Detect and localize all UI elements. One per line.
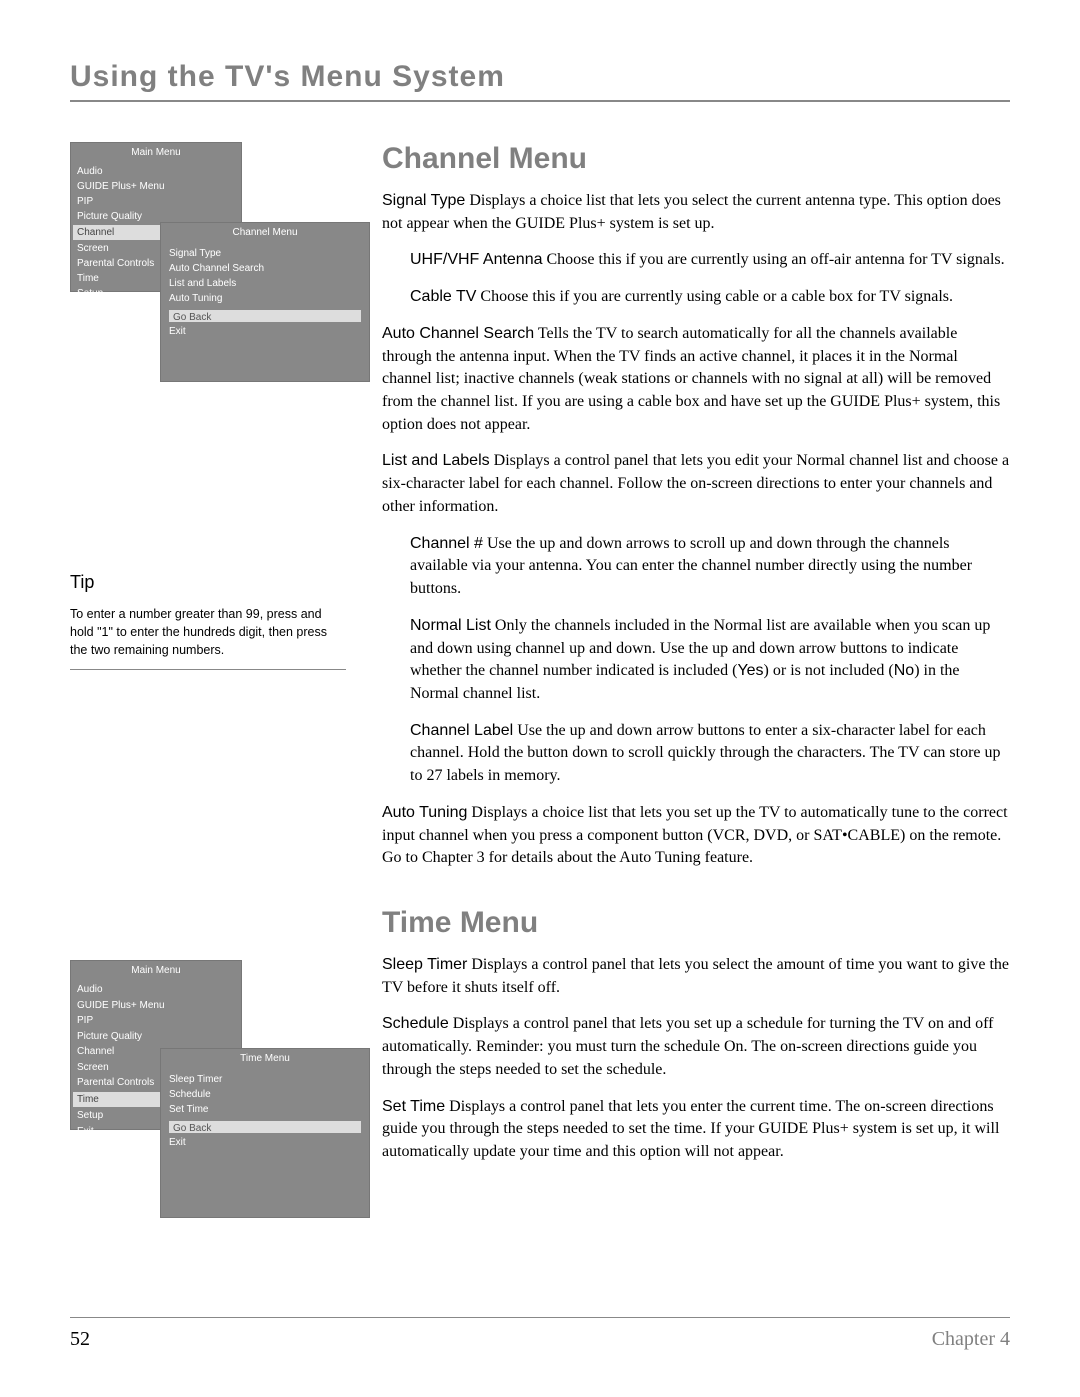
- tip-block: Tip To enter a number greater than 99, p…: [70, 572, 346, 670]
- page-footer: 52 Chapter 4: [70, 1317, 1010, 1351]
- sleep-timer-lead: Sleep Timer: [382, 956, 467, 973]
- menu-item: PIP: [77, 1013, 235, 1029]
- submenu-item: List and Labels: [169, 276, 361, 291]
- channel-number-lead: Channel #: [410, 535, 483, 552]
- left-column: Main Menu Audio GUIDE Plus+ Menu PIP Pic…: [70, 142, 346, 1240]
- menu-item: GUIDE Plus+ Menu: [77, 998, 235, 1014]
- submenu-item: Auto Channel Search: [169, 261, 361, 276]
- menu-item: GUIDE Plus+ Menu: [77, 179, 235, 194]
- page-number: 52: [70, 1328, 90, 1351]
- channel-number-para: Channel # Use the up and down arrows to …: [410, 533, 1010, 601]
- submenu-item: Signal Type: [169, 246, 361, 261]
- uhf-vhf-para: UHF/VHF Antenna Choose this if you are c…: [410, 249, 1010, 272]
- content-columns: Main Menu Audio GUIDE Plus+ Menu PIP Pic…: [70, 142, 1010, 1240]
- go-back-item: Go Back: [169, 310, 361, 322]
- submenu-item: Set Time: [169, 1102, 361, 1117]
- main-menu-header: Main Menu: [71, 143, 241, 162]
- normal-list-lead: Normal List: [410, 617, 491, 634]
- tip-heading: Tip: [70, 572, 346, 593]
- channel-label-lead: Channel Label: [410, 722, 513, 739]
- submenu-item: Auto Tuning: [169, 291, 361, 306]
- set-time-para: Set Time Displays a control panel that l…: [382, 1096, 1010, 1164]
- exit-item: Exit: [169, 1135, 361, 1150]
- schedule-para: Schedule Displays a control panel that l…: [382, 1013, 1010, 1081]
- schedule-lead: Schedule: [382, 1015, 449, 1032]
- no-text: No: [894, 662, 914, 679]
- auto-tuning-para: Auto Tuning Displays a choice list that …: [382, 802, 1010, 870]
- time-menu-screenshot: Main Menu Audio GUIDE Plus+ Menu PIP Pic…: [70, 960, 320, 1216]
- submenu-header: Time Menu: [161, 1049, 369, 1068]
- submenu-item: Schedule: [169, 1087, 361, 1102]
- go-back-item: Go Back: [169, 1121, 361, 1133]
- menu-item: Audio: [77, 982, 235, 998]
- list-and-labels-lead: List and Labels: [382, 452, 490, 469]
- submenu-item: Sleep Timer: [169, 1072, 361, 1087]
- signal-type-lead: Signal Type: [382, 192, 465, 209]
- chapter-label: Chapter 4: [932, 1328, 1010, 1351]
- cable-tv-lead: Cable TV: [410, 288, 476, 305]
- page-title: Using the TV's Menu System: [70, 60, 1010, 102]
- auto-channel-search-para: Auto Channel Search Tells the TV to sear…: [382, 323, 1010, 437]
- channel-menu-screenshot: Main Menu Audio GUIDE Plus+ Menu PIP Pic…: [70, 142, 320, 382]
- time-submenu-box: Time Menu Sleep Timer Schedule Set Time …: [160, 1048, 370, 1218]
- submenu-header: Channel Menu: [161, 223, 369, 242]
- cable-tv-para: Cable TV Choose this if you are currentl…: [410, 286, 1010, 309]
- uhf-vhf-lead: UHF/VHF Antenna: [410, 251, 543, 268]
- set-time-lead: Set Time: [382, 1098, 445, 1115]
- tip-text: To enter a number greater than 99, press…: [70, 605, 346, 659]
- channel-submenu-box: Channel Menu Signal Type Auto Channel Se…: [160, 222, 370, 382]
- channel-label-para: Channel Label Use the up and down arrow …: [410, 720, 1010, 788]
- exit-item: Exit: [169, 324, 361, 339]
- main-menu-header: Main Menu: [71, 961, 241, 980]
- signal-type-para: Signal Type Displays a choice list that …: [382, 190, 1010, 235]
- yes-text: Yes: [737, 662, 763, 679]
- channel-menu-heading: Channel Menu: [382, 142, 1010, 176]
- menu-item: PIP: [77, 194, 235, 209]
- list-and-labels-para: List and Labels Displays a control panel…: [382, 450, 1010, 518]
- sleep-timer-para: Sleep Timer Displays a control panel tha…: [382, 954, 1010, 999]
- auto-tuning-lead: Auto Tuning: [382, 804, 467, 821]
- menu-item: Picture Quality: [77, 1029, 235, 1045]
- time-menu-heading: Time Menu: [382, 906, 1010, 940]
- menu-item: Audio: [77, 164, 235, 179]
- auto-channel-search-lead: Auto Channel Search: [382, 325, 534, 342]
- right-column: Channel Menu Signal Type Displays a choi…: [382, 142, 1010, 1240]
- normal-list-para: Normal List Only the channels included i…: [410, 615, 1010, 706]
